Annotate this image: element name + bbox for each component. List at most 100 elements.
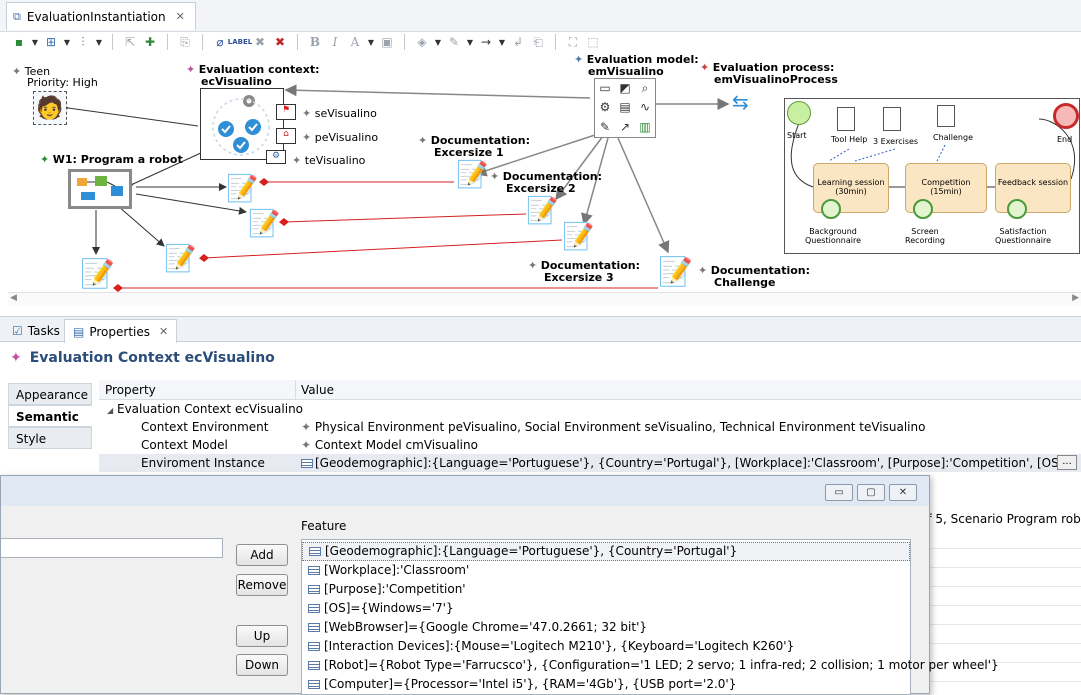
physical-env-icon[interactable]: ⌂ xyxy=(276,128,296,144)
scroll-right-icon[interactable]: ▶ xyxy=(1072,293,1079,303)
minimize-button[interactable]: ▭ xyxy=(825,484,853,501)
copy-format-icon[interactable]: ⎘ xyxy=(176,33,194,51)
list-item[interactable]: [Workplace]:'Classroom' xyxy=(302,561,910,580)
table-row[interactable]: Enviroment Instance [Geodemographic]:{La… xyxy=(99,454,1081,472)
challenge-label: Challenge xyxy=(933,133,973,142)
ellipsis-button[interactable]: ... xyxy=(1057,455,1077,470)
end-event[interactable] xyxy=(1053,103,1079,129)
chevron-down-icon[interactable]: ▼ xyxy=(94,33,104,51)
tab-tasks[interactable]: ☑ Tasks xyxy=(4,319,68,343)
pen-icon: ✎ xyxy=(599,119,611,134)
feature-list[interactable]: [Geodemographic]:{Language='Portuguese'}… xyxy=(301,539,999,695)
documentation-icon[interactable]: 📝 xyxy=(658,258,693,286)
eval-process-label: ✦ Evaluation process: emVisualinoProcess xyxy=(700,61,838,86)
fill-color-icon[interactable]: ◈ xyxy=(413,33,431,51)
views-tab-bar: ☑ Tasks ▤ Properties ✕ xyxy=(0,316,1081,343)
delete-icon[interactable]: ✖ xyxy=(251,33,269,51)
process-icon[interactable]: ⇆ xyxy=(732,90,749,114)
documentation-icon[interactable]: 📝 xyxy=(526,198,558,224)
dialog-title-bar: ▭ ▢ ✕ xyxy=(1,476,929,506)
documentation-icon[interactable]: 📝 xyxy=(164,246,196,272)
user-icon[interactable]: 🧑 xyxy=(33,91,67,125)
align-icon[interactable]: ⫶ xyxy=(74,33,92,51)
remove-button[interactable]: Remove xyxy=(236,574,288,596)
social-env-icon[interactable]: ⚑ xyxy=(276,104,296,120)
process-diagram[interactable]: Start End Tool Help 3 Exercises Challeng… xyxy=(784,98,1080,254)
list-item[interactable]: [Geodemographic]:{Language='Portuguese'}… xyxy=(302,542,910,561)
doc1-label: ✦ Documentation: Excersize 1 xyxy=(418,134,531,159)
hide-icon[interactable]: ⌀ xyxy=(211,33,229,51)
zoom-fit-icon[interactable]: ⛶ xyxy=(564,33,582,51)
list-item[interactable]: [WebBrowser]={Google Chrome='47.0.2661; … xyxy=(302,618,910,637)
bold-icon[interactable]: B xyxy=(306,33,324,51)
star-icon: ✦ xyxy=(418,134,428,147)
close-icon[interactable]: ✕ xyxy=(176,10,185,23)
w1-task-node[interactable] xyxy=(68,169,132,209)
list-item[interactable]: [Robot]={Robot Type='Farrucsco'}, {Confi… xyxy=(302,656,999,675)
close-icon[interactable]: ✕ xyxy=(159,325,168,338)
questionnaire-icon[interactable] xyxy=(1007,199,1027,219)
properties-icon: ▤ xyxy=(73,324,85,339)
chevron-down-icon[interactable]: ▼ xyxy=(62,33,72,51)
down-button[interactable]: Down xyxy=(236,654,288,676)
chevron-down-icon[interactable]: ▼ xyxy=(30,33,40,51)
star-icon: ✦ xyxy=(292,154,302,167)
side-tab-style[interactable]: Style xyxy=(8,427,92,449)
monitor-icon: ▭ xyxy=(599,81,611,95)
data-object-icon xyxy=(837,107,855,131)
scroll-left-icon[interactable]: ◀ xyxy=(10,293,17,303)
list-item[interactable]: [Purpose]:'Competition' xyxy=(302,580,910,599)
pin-icon[interactable]: ✚ xyxy=(141,33,159,51)
font-color-icon[interactable]: A xyxy=(346,33,364,51)
export-icon[interactable]: ⇱ xyxy=(121,33,139,51)
documentation-icon[interactable]: 📝 xyxy=(226,176,258,202)
documentation-icon[interactable]: 📝 xyxy=(248,211,280,237)
data-object-icon xyxy=(937,105,955,127)
table-row[interactable]: ◢ Evaluation Context ecVisualino xyxy=(99,400,1081,418)
italic-icon[interactable]: I xyxy=(326,33,344,51)
table-row[interactable]: Context Environment ✦ Physical Environme… xyxy=(99,418,1081,436)
start-event[interactable] xyxy=(787,101,811,125)
list-item[interactable]: [OS]={Windows='7'} xyxy=(302,599,910,618)
side-tab-semantic[interactable]: Semantic xyxy=(8,405,92,427)
close-button[interactable]: ✕ xyxy=(889,484,917,501)
clock-icon[interactable] xyxy=(913,199,933,219)
document-icon: ▤ xyxy=(619,100,631,115)
feature-input[interactable] xyxy=(1,538,223,558)
snap-icon[interactable]: ⬚ xyxy=(584,33,602,51)
select-all-icon[interactable]: ▪ xyxy=(10,33,28,51)
image-icon[interactable]: ▣ xyxy=(378,33,396,51)
list-item[interactable]: [Computer]={Processor='Intel i5'}, {RAM=… xyxy=(302,675,910,694)
column-header-value: Value xyxy=(301,383,334,397)
chevron-down-icon[interactable]: ▼ xyxy=(497,33,507,51)
tasks-icon: ☑ xyxy=(12,324,23,338)
technical-env-icon[interactable]: ⚙ xyxy=(266,150,286,164)
documentation-icon[interactable]: 📝 xyxy=(562,224,594,250)
delete-from-model-icon[interactable]: ✖ xyxy=(271,33,289,51)
arrange-icon[interactable]: ⊞ xyxy=(42,33,60,51)
chevron-down-icon[interactable]: ▼ xyxy=(433,33,443,51)
label-icon[interactable]: LABEL xyxy=(228,33,252,51)
questionnaire-icon[interactable] xyxy=(821,199,841,219)
up-button[interactable]: Up xyxy=(236,625,288,647)
editor-tab[interactable]: ⧉ EvaluationInstantiation ✕ xyxy=(6,2,196,30)
list-item[interactable]: [Interaction Devices]:{Mouse='Logitech M… xyxy=(302,637,910,656)
horizontal-scrollbar[interactable]: ◀ ▶ xyxy=(8,292,1081,306)
side-tab-appearance[interactable]: Appearance xyxy=(8,383,92,405)
line-color-icon[interactable]: ✎ xyxy=(445,33,463,51)
eval-model-node[interactable]: ▭ ◩ ⌕ ⚙ ▤ ∿ ✎ ↗ ▥ xyxy=(594,78,656,138)
table-row[interactable]: Context Model ✦ Context Model cmVisualin… xyxy=(99,436,1081,454)
tab-properties[interactable]: ▤ Properties ✕ xyxy=(64,319,178,343)
toolbar-separator xyxy=(167,34,168,50)
toolbar-separator xyxy=(555,34,556,50)
documentation-icon[interactable]: 📝 xyxy=(456,162,488,188)
line-style-icon[interactable]: → xyxy=(477,33,495,51)
router-icon[interactable]: ↲ xyxy=(509,33,527,51)
diagram-canvas[interactable]: ✦ Teen Priority: High 🧑 ✦ Evaluation con… xyxy=(8,54,1081,294)
documentation-icon[interactable]: 📝 xyxy=(80,260,115,288)
maximize-button[interactable]: ▢ xyxy=(857,484,885,501)
add-button[interactable]: Add xyxy=(236,544,288,566)
chevron-down-icon[interactable]: ▼ xyxy=(366,33,376,51)
chevron-down-icon[interactable]: ▼ xyxy=(465,33,475,51)
apply-style-icon[interactable]: ⎗ xyxy=(529,33,547,51)
